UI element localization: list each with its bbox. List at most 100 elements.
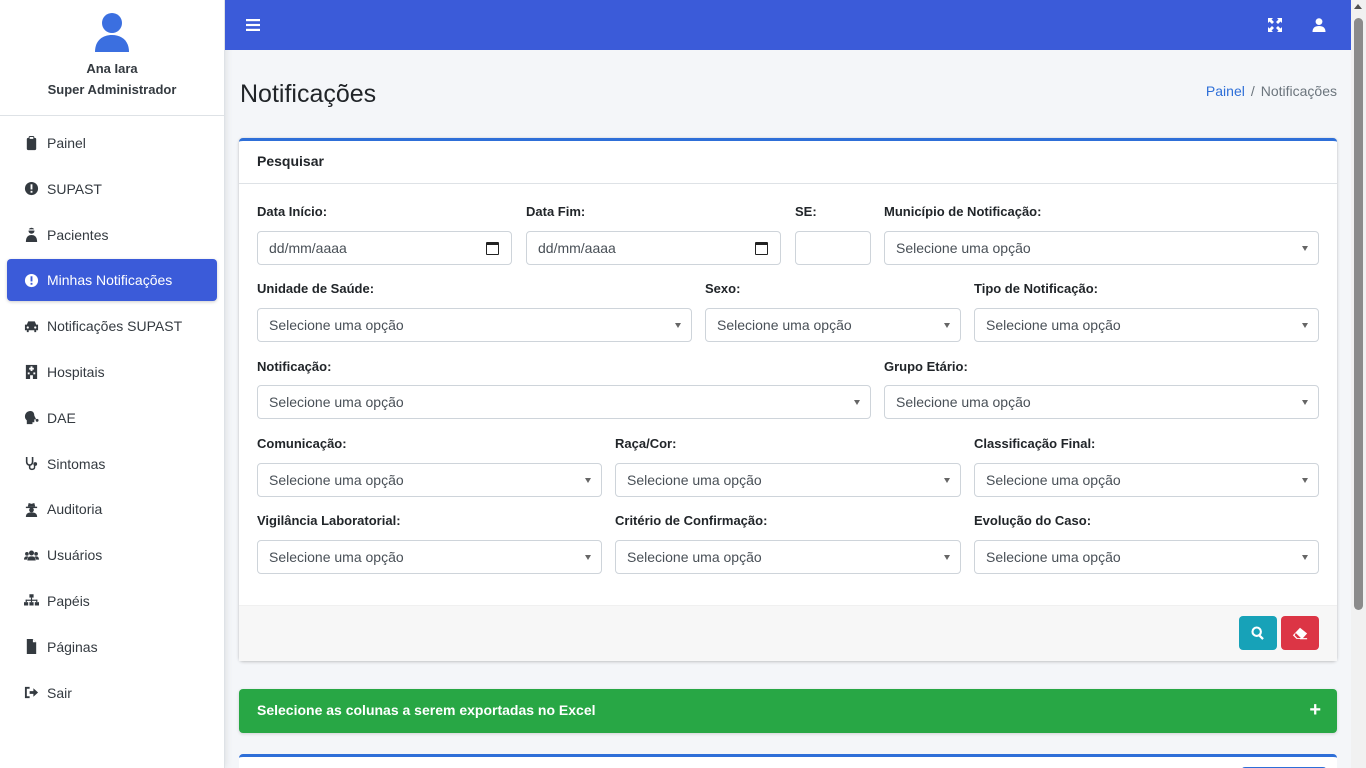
sidebar-item-painel[interactable]: Painel	[7, 122, 217, 164]
page-title: Notificações	[240, 80, 377, 108]
calendar-icon[interactable]	[755, 242, 768, 255]
scroll-up-arrow-icon[interactable]	[1354, 4, 1362, 9]
data-inicio-input[interactable]: dd/mm/aaaa	[257, 231, 512, 265]
file-icon	[22, 639, 40, 655]
search-card: Pesquisar Data Início: dd/mm/aaaa Data F…	[239, 138, 1337, 661]
sidebar: Ana Iara Super Administrador Painel SUPA…	[0, 0, 225, 768]
raca-cor-select[interactable]: Selecione uma opção	[615, 463, 961, 497]
breadcrumb-current: Notificações	[1260, 83, 1337, 99]
search-icon	[1251, 626, 1264, 640]
sidebar-item-pacientes[interactable]: Pacientes	[7, 214, 217, 256]
breadcrumb-separator: /	[1250, 83, 1255, 99]
sidebar-nav: Painel SUPAST Pacientes Minhas Notificaç…	[0, 122, 224, 714]
dropdown-arrow-icon	[1302, 323, 1308, 328]
sidebar-item-label: Auditoria	[47, 501, 103, 518]
municipio-value: Selecione uma opção	[896, 240, 1031, 256]
dropdown-arrow-icon	[1302, 478, 1308, 483]
sidebar-item-paginas[interactable]: Páginas	[7, 626, 217, 668]
sidebar-item-sintomas[interactable]: Sintomas	[7, 443, 217, 485]
sidebar-item-label: Hospitais	[47, 363, 105, 380]
sidebar-item-supast[interactable]: SUPAST	[7, 168, 217, 210]
sidebar-item-auditoria[interactable]: Auditoria	[7, 488, 217, 530]
evolucao-label: Evolução do Caso:	[974, 513, 1092, 528]
comunicacao-select[interactable]: Selecione uma opção	[257, 463, 602, 497]
sidebar-item-minhas-notificacoes[interactable]: Minhas Notificações	[7, 259, 217, 302]
user-avatar-icon[interactable]	[92, 12, 132, 52]
stethoscope-icon	[22, 456, 40, 472]
user-secret-icon	[22, 501, 40, 517]
dropdown-arrow-icon	[1302, 555, 1308, 560]
breadcrumb: Painel / Notificações	[1206, 83, 1337, 99]
unidade-label: Unidade de Saúde:	[257, 281, 375, 296]
se-label: SE:	[795, 204, 817, 219]
classificacao-value: Selecione uma opção	[986, 472, 1121, 488]
user-menu-icon[interactable]	[1309, 15, 1329, 35]
export-columns-bar[interactable]: Selecione as colunas a serem exportadas …	[239, 689, 1337, 733]
evolucao-value: Selecione uma opção	[986, 549, 1121, 565]
dropdown-arrow-icon	[944, 323, 950, 328]
data-fim-input[interactable]: dd/mm/aaaa	[526, 231, 781, 265]
sexo-value: Selecione uma opção	[717, 317, 852, 333]
vigilancia-value: Selecione uma opção	[269, 549, 404, 565]
data-inicio-label: Data Início:	[257, 204, 328, 219]
sidebar-item-papeis[interactable]: Papéis	[7, 580, 217, 622]
user-panel: Ana Iara Super Administrador	[0, 0, 224, 116]
evolucao-select[interactable]: Selecione uma opção	[974, 540, 1319, 574]
search-button[interactable]	[1239, 616, 1277, 650]
sidebar-item-label: Minhas Notificações	[47, 272, 173, 289]
car-icon	[22, 318, 40, 334]
criterio-select[interactable]: Selecione uma opção	[615, 540, 961, 574]
raca-cor-value: Selecione uma opção	[627, 472, 762, 488]
dropdown-arrow-icon	[585, 478, 591, 483]
search-card-footer	[239, 605, 1337, 661]
criterio-label: Critério de Confirmação:	[615, 513, 768, 528]
user-name: Ana Iara	[86, 61, 138, 76]
dropdown-arrow-icon	[585, 555, 591, 560]
classificacao-select[interactable]: Selecione uma opção	[974, 463, 1319, 497]
tipo-notificacao-select[interactable]: Selecione uma opção	[974, 308, 1319, 342]
menu-toggle-icon[interactable]	[243, 15, 263, 35]
grupo-etario-select[interactable]: Selecione uma opção	[884, 385, 1319, 419]
clipboard-icon	[22, 135, 40, 151]
unidade-select[interactable]: Selecione uma opção	[257, 308, 692, 342]
sign-out-icon	[22, 685, 40, 701]
sexo-select[interactable]: Selecione uma opção	[705, 308, 961, 342]
scrollbar-thumb[interactable]	[1354, 18, 1363, 610]
sidebar-item-usuarios[interactable]: Usuários	[7, 534, 217, 576]
grupo-etario-label: Grupo Etário:	[884, 359, 968, 374]
breadcrumb-home-link[interactable]: Painel	[1206, 83, 1245, 99]
notificacao-label: Notificação:	[257, 359, 332, 374]
comunicacao-label: Comunicação:	[257, 436, 347, 451]
dropdown-arrow-icon	[944, 555, 950, 560]
dropdown-arrow-icon	[1302, 400, 1308, 405]
data-fim-label: Data Fim:	[526, 204, 586, 219]
exclamation-circle-icon	[22, 181, 40, 197]
sidebar-item-label: Sintomas	[47, 455, 106, 472]
users-icon	[22, 547, 40, 563]
clear-filters-button[interactable]	[1281, 616, 1319, 650]
se-input[interactable]	[795, 231, 871, 265]
page-scrollbar[interactable]	[1351, 0, 1366, 768]
sidebar-item-hospitais[interactable]: Hospitais	[7, 351, 217, 393]
sidebar-item-sair[interactable]: Sair	[7, 672, 217, 714]
user-role: Super Administrador	[47, 82, 177, 97]
fullscreen-icon[interactable]	[1265, 15, 1285, 35]
sidebar-item-label: SUPAST	[47, 180, 102, 197]
export-columns-label: Selecione as colunas a serem exportadas …	[257, 702, 596, 718]
sidebar-item-dae[interactable]: DAE	[7, 397, 217, 439]
municipio-select[interactable]: Selecione uma opção	[884, 231, 1319, 265]
sidebar-item-label: Pacientes	[47, 226, 109, 243]
notificacao-select[interactable]: Selecione uma opção	[257, 385, 871, 419]
sidebar-item-label: Painel	[47, 135, 86, 151]
notificacao-value: Selecione uma opção	[269, 394, 404, 410]
vigilancia-select[interactable]: Selecione uma opção	[257, 540, 602, 574]
sidebar-item-notificacoes-supast[interactable]: Notificações SUPAST	[7, 305, 217, 347]
sidebar-item-label: Sair	[47, 684, 72, 701]
calendar-icon[interactable]	[486, 242, 499, 255]
sidebar-item-label: Notificações SUPAST	[47, 318, 183, 335]
data-inicio-value: dd/mm/aaaa	[269, 240, 347, 256]
user-injured-icon	[22, 227, 40, 243]
sidebar-item-label: Usuários	[47, 547, 103, 564]
data-fim-value: dd/mm/aaaa	[538, 240, 616, 256]
plus-icon[interactable]: +	[1309, 700, 1321, 720]
